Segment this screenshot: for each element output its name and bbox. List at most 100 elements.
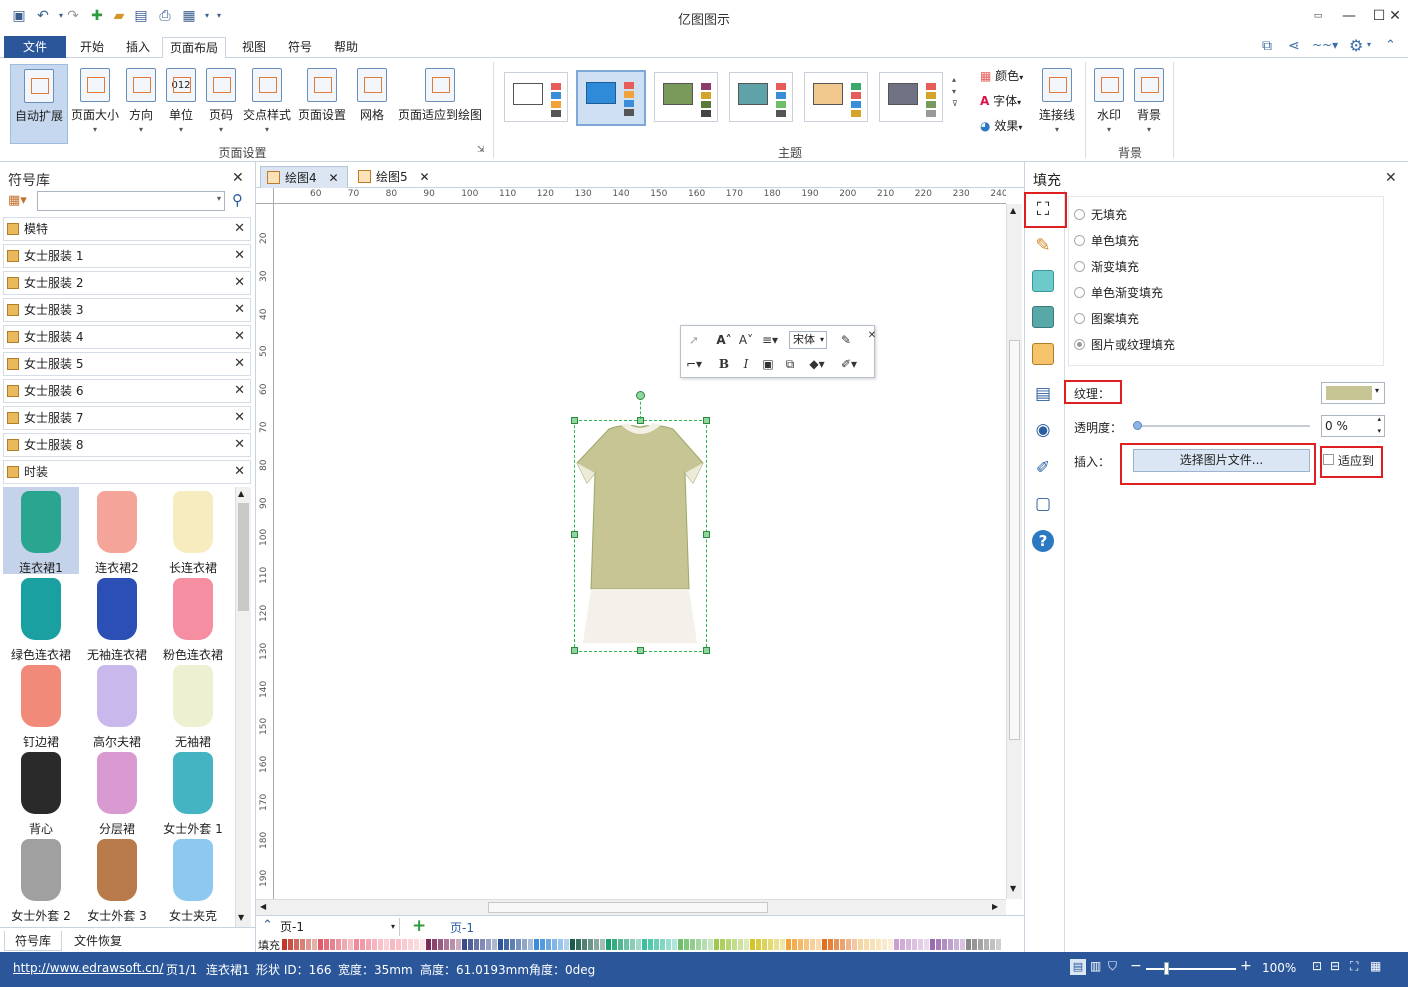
color-swatch[interactable] [648,939,653,950]
color-swatch[interactable] [564,939,569,950]
menu-file[interactable]: 文件 [4,36,66,58]
color-swatch[interactable] [666,939,671,950]
close-icon[interactable]: ✕ [419,170,429,184]
color-swatch[interactable] [912,939,917,950]
bold-icon[interactable]: B [715,355,733,373]
color-swatch[interactable] [672,939,677,950]
color-swatch[interactable] [900,939,905,950]
color-swatch[interactable] [288,939,293,950]
library-category[interactable]: 女士服装 4 ✕ [3,325,251,349]
color-swatch[interactable] [504,939,509,950]
library-shape[interactable]: 绿色连衣裙 [3,574,79,662]
theme-3[interactable] [654,72,718,122]
scroll-right-icon[interactable]: ▶ [992,902,998,911]
color-swatch[interactable] [780,939,785,950]
color-swatch[interactable] [540,939,545,950]
color-swatch[interactable] [558,939,563,950]
radio-button[interactable] [1074,261,1085,272]
library-menu-icon[interactable]: ▦▾ [8,193,27,208]
orientation-button[interactable]: 方向 ▾ [122,64,160,144]
color-swatch[interactable] [792,939,797,950]
color-swatch[interactable] [654,939,659,950]
gear-dropdown-icon[interactable]: ▾ [1367,40,1371,49]
color-swatch[interactable] [720,939,725,950]
color-swatches[interactable] [282,937,1022,952]
library-shape[interactable]: 女士外套 1 [155,748,231,836]
tab-drawing5[interactable]: 绘图5 ✕ [352,166,438,188]
theme-font-button[interactable]: A 字体▾ [980,89,1021,113]
line-color-icon[interactable]: ✐▾ [837,355,861,373]
comment-icon[interactable]: ▢ [1029,490,1057,518]
font-shrink-icon[interactable]: A˅ [737,331,755,349]
color-swatch[interactable] [942,939,947,950]
color-swatch[interactable] [840,939,845,950]
color-swatch[interactable] [420,939,425,950]
color-swatch[interactable] [984,939,989,950]
menu-insert[interactable]: 插入 [119,37,157,58]
library-category[interactable]: 女士服装 8 ✕ [3,433,251,457]
fill-color-icon[interactable]: ◆▾ [805,355,829,373]
website-link[interactable]: http://www.edrawsoft.cn/ [13,961,163,975]
restore-ribbon-icon[interactable]: ▭ [1303,5,1333,27]
choose-image-file-button[interactable]: 选择图片文件... [1133,449,1310,472]
color-swatch[interactable] [414,939,419,950]
watermark-button[interactable]: 水印 ▾ [1090,64,1128,144]
fill-bucket-icon[interactable]: ⛶ [1029,196,1057,224]
color-swatch[interactable] [612,939,617,950]
color-swatch[interactable] [510,939,515,950]
color-swatch[interactable] [996,939,1001,950]
color-swatch[interactable] [756,939,761,950]
close-icon[interactable]: ✕ [234,299,245,321]
layer-icon[interactable] [1032,343,1054,365]
color-swatch[interactable] [300,939,305,950]
shadow-icon[interactable] [1032,270,1054,292]
menu-help[interactable]: 帮助 [327,37,365,58]
canvas-vertical-scrollbar[interactable]: ▲ ▼ [1006,204,1022,899]
font-dropdown-icon[interactable]: ▾ [820,332,824,348]
color-swatch[interactable] [516,939,521,950]
close-icon[interactable]: ✕ [234,326,245,348]
fill-panel-close-icon[interactable]: ✕ [1385,170,1397,186]
color-swatch[interactable] [468,939,473,950]
color-swatch[interactable] [870,939,875,950]
library-shape[interactable]: 女士外套 2 [3,835,79,923]
color-swatch[interactable] [342,939,347,950]
resize-handle[interactable] [637,647,644,654]
color-swatch[interactable] [960,939,965,950]
transparency-input[interactable]: 0 % ▴ ▾ [1321,415,1385,437]
color-swatch[interactable] [594,939,599,950]
library-category[interactable]: 女士服装 3 ✕ [3,298,251,322]
page-settings-button[interactable]: 页面设置 [296,64,348,144]
group-icon[interactable]: ⧉ [781,355,799,373]
library-shape[interactable]: 女士夹克 [155,835,231,923]
color-swatch[interactable] [432,939,437,950]
color-swatch[interactable] [636,939,641,950]
theme-1[interactable] [504,72,568,122]
close-icon[interactable]: ✕ [234,380,245,402]
color-swatch[interactable] [702,939,707,950]
note-icon[interactable]: ✐ [1029,454,1057,482]
toolbar-close-icon[interactable]: ✕ [863,327,881,345]
close-button[interactable]: ✕ [1382,5,1408,27]
page-size-button[interactable]: 页面大小 ▾ [70,64,120,144]
full-screen-icon[interactable]: ⛶ [1350,959,1358,974]
connector-style-icon[interactable]: ⌐▾ [685,355,703,373]
color-swatch[interactable] [294,939,299,950]
library-shape[interactable]: 粉色连衣裙 [155,574,231,662]
color-swatch[interactable] [576,939,581,950]
tab-drawing4[interactable]: 绘图4 ✕ [260,166,348,188]
add-page-icon[interactable]: + [412,916,426,936]
color-swatch[interactable] [924,939,929,950]
color-swatch[interactable] [774,939,779,950]
color-swatch[interactable] [732,939,737,950]
color-swatch[interactable] [918,939,923,950]
color-swatch[interactable] [396,939,401,950]
color-swatch[interactable] [696,939,701,950]
color-swatch[interactable] [306,939,311,950]
library-shape[interactable]: 钉边裙 [3,661,79,749]
radio-single-gradient-fill[interactable]: 单色渐变填充 [1074,283,1163,303]
library-shape[interactable]: 连衣裙2 [79,487,155,575]
color-swatch[interactable] [378,939,383,950]
theme-effect-button[interactable]: ◕ 效果▾ [980,114,1022,138]
radio-picture-texture-fill[interactable]: 图片或纹理填充 [1074,335,1175,355]
